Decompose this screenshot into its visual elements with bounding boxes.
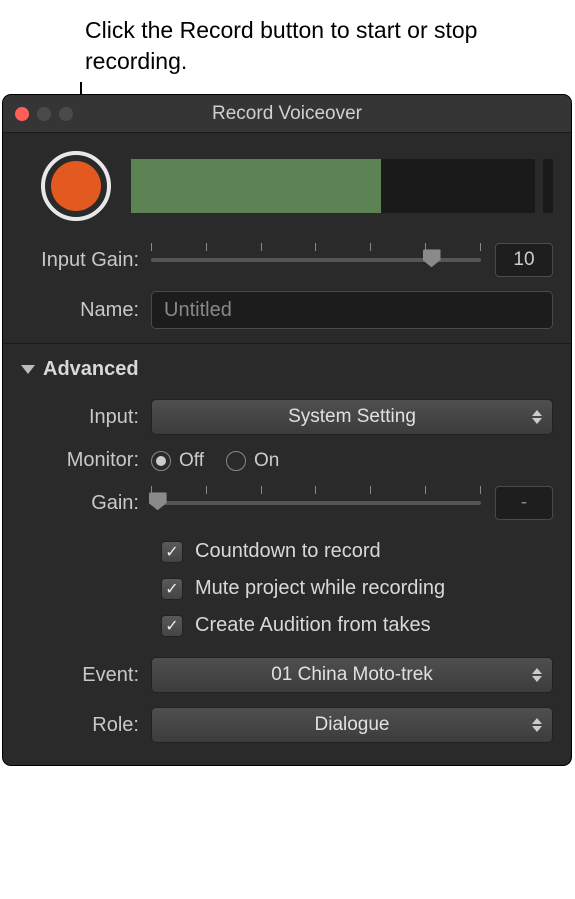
checkbox-icon: ✓ bbox=[161, 615, 183, 637]
monitor-on-radio[interactable]: On bbox=[226, 450, 279, 472]
input-device-select[interactable]: System Setting bbox=[151, 399, 553, 435]
mute-project-label: Mute project while recording bbox=[195, 577, 445, 600]
countdown-label: Countdown to record bbox=[195, 540, 381, 563]
gain-value[interactable]: - bbox=[495, 486, 553, 520]
checkbox-icon: ✓ bbox=[161, 541, 183, 563]
role-value: Dialogue bbox=[315, 714, 390, 736]
minimize-window-button[interactable] bbox=[37, 107, 51, 121]
radio-icon bbox=[151, 451, 171, 471]
window-controls bbox=[15, 107, 73, 121]
monitor-off-label: Off bbox=[179, 450, 204, 472]
input-gain-slider[interactable] bbox=[151, 245, 481, 275]
callout-text: Click the Record button to start or stop… bbox=[85, 15, 575, 77]
mute-project-checkbox[interactable]: ✓ Mute project while recording bbox=[161, 577, 553, 600]
titlebar: Record Voiceover bbox=[3, 95, 571, 133]
name-input[interactable]: Untitled bbox=[151, 291, 553, 329]
zoom-window-button[interactable] bbox=[59, 107, 73, 121]
slider-thumb[interactable] bbox=[149, 492, 167, 510]
meter-level-fill bbox=[131, 159, 381, 213]
input-device-value: System Setting bbox=[288, 406, 416, 428]
select-arrows-icon bbox=[532, 668, 542, 682]
gain-label: Gain: bbox=[21, 492, 151, 515]
role-select[interactable]: Dialogue bbox=[151, 707, 553, 743]
countdown-checkbox[interactable]: ✓ Countdown to record bbox=[161, 540, 553, 563]
radio-icon bbox=[226, 451, 246, 471]
create-audition-label: Create Audition from takes bbox=[195, 614, 431, 637]
event-select[interactable]: 01 China Moto-trek bbox=[151, 657, 553, 693]
select-arrows-icon bbox=[532, 718, 542, 732]
input-gain-value[interactable]: 10 bbox=[495, 243, 553, 277]
gain-slider[interactable] bbox=[151, 488, 481, 518]
select-arrows-icon bbox=[532, 410, 542, 424]
input-device-label: Input: bbox=[21, 406, 151, 429]
create-audition-checkbox[interactable]: ✓ Create Audition from takes bbox=[161, 614, 553, 637]
input-level-meter bbox=[131, 159, 553, 213]
event-label: Event: bbox=[21, 664, 151, 687]
slider-thumb[interactable] bbox=[423, 249, 441, 267]
input-gain-label: Input Gain: bbox=[21, 249, 151, 272]
window-title: Record Voiceover bbox=[3, 103, 571, 125]
checkbox-icon: ✓ bbox=[161, 578, 183, 600]
advanced-label: Advanced bbox=[43, 358, 139, 381]
close-window-button[interactable] bbox=[15, 107, 29, 121]
record-icon bbox=[51, 161, 101, 211]
monitor-radio-group: Off On bbox=[151, 450, 279, 472]
divider bbox=[3, 343, 571, 344]
monitor-off-radio[interactable]: Off bbox=[151, 450, 204, 472]
chevron-down-icon bbox=[21, 365, 35, 374]
event-value: 01 China Moto-trek bbox=[271, 664, 433, 686]
role-label: Role: bbox=[21, 714, 151, 737]
advanced-disclosure[interactable]: Advanced bbox=[21, 358, 553, 381]
record-voiceover-window: Record Voiceover Input Gain: 10 bbox=[3, 95, 571, 765]
monitor-label: Monitor: bbox=[21, 449, 151, 472]
meter-peak-indicator bbox=[543, 159, 553, 213]
name-label: Name: bbox=[21, 299, 151, 322]
monitor-on-label: On bbox=[254, 450, 279, 472]
record-button[interactable] bbox=[41, 151, 111, 221]
